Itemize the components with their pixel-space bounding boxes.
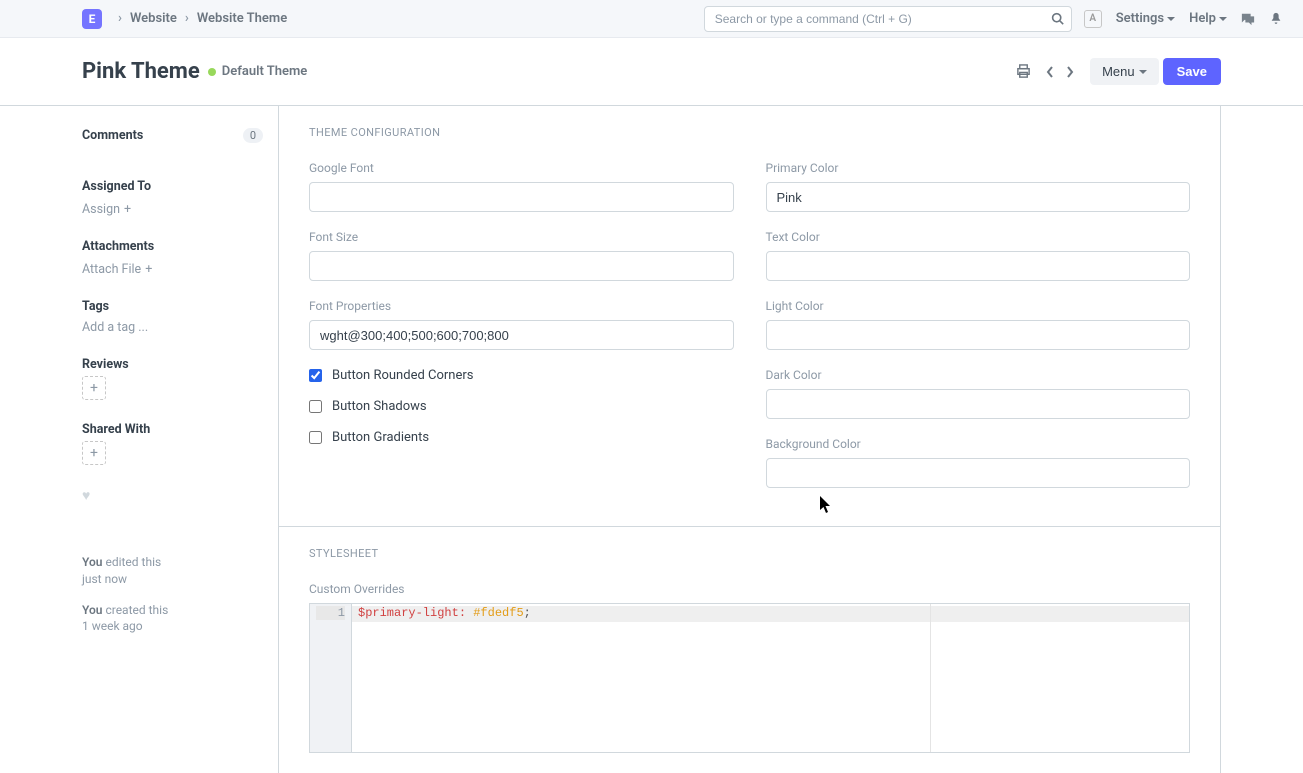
chevron-down-icon: [1139, 70, 1147, 74]
assign-label: Assign: [82, 202, 120, 217]
code-variable: $primary-light: [358, 606, 459, 620]
google-font-label: Google Font: [309, 161, 734, 175]
page-actions: Menu Save: [1011, 58, 1221, 85]
button-rounded-checkbox-row[interactable]: Button Rounded Corners: [309, 368, 734, 383]
light-color-input[interactable]: [766, 320, 1191, 350]
background-color-input[interactable]: [766, 458, 1191, 488]
code-semicolon: ;: [524, 606, 531, 620]
dark-color-input[interactable]: [766, 389, 1191, 419]
app-logo[interactable]: E: [82, 9, 102, 29]
primary-color-input[interactable]: [766, 182, 1191, 212]
code-colon: :: [459, 606, 466, 620]
button-gradients-checkbox-row[interactable]: Button Gradients: [309, 430, 734, 445]
add-tag-input[interactable]: Add a tag ...: [82, 320, 148, 335]
heart-icon[interactable]: ♥: [82, 487, 263, 504]
chat-icon[interactable]: [1241, 12, 1255, 26]
navbar: E › Website › Website Theme A Settings H…: [0, 0, 1303, 38]
plus-icon: +: [145, 262, 152, 277]
edit-meta-when: just now: [82, 572, 127, 586]
plus-icon: +: [124, 202, 131, 217]
line-number: 1: [316, 606, 345, 620]
form-area: THEME CONFIGURATION Google Font Font Siz…: [278, 106, 1221, 773]
create-meta-when: 1 week ago: [82, 619, 143, 633]
text-color-label: Text Color: [766, 230, 1191, 244]
button-gradients-checkbox[interactable]: [309, 431, 322, 444]
font-properties-input[interactable]: [309, 320, 734, 350]
comments-count: 0: [243, 128, 263, 143]
breadcrumb-link-website-theme[interactable]: Website Theme: [197, 11, 287, 26]
add-share-button[interactable]: +: [82, 441, 106, 465]
button-rounded-checkbox[interactable]: [309, 369, 322, 382]
button-shadows-checkbox[interactable]: [309, 400, 322, 413]
chevron-right-icon: ›: [185, 11, 189, 26]
search-input[interactable]: [704, 6, 1072, 32]
page-title: Pink Theme: [82, 59, 200, 84]
code-area[interactable]: $primary-light: #fdedf5;: [352, 604, 1189, 752]
edit-meta: You edited this just now: [82, 554, 263, 588]
add-review-button[interactable]: +: [82, 376, 106, 400]
font-properties-label: Font Properties: [309, 299, 734, 313]
font-size-label: Font Size: [309, 230, 734, 244]
attachments-heading: Attachments: [82, 239, 263, 254]
code-editor[interactable]: 1 $primary-light: #fdedf5;: [309, 603, 1190, 753]
help-label: Help: [1189, 11, 1216, 26]
create-meta-who: You: [82, 603, 102, 617]
menu-label: Menu: [1102, 64, 1135, 79]
edit-meta-who: You: [82, 555, 102, 569]
settings-label: Settings: [1116, 11, 1164, 26]
code-gutter: 1: [310, 604, 352, 752]
breadcrumb: › Website › Website Theme: [110, 11, 287, 26]
chevron-down-icon: [1167, 17, 1175, 21]
sidebar: Comments 0 Assigned To Assign + Attachme…: [82, 106, 278, 773]
chevron-right-icon: ›: [118, 11, 122, 26]
assigned-heading: Assigned To: [82, 179, 263, 194]
custom-overrides-label: Custom Overrides: [309, 582, 1190, 596]
button-rounded-label: Button Rounded Corners: [332, 368, 473, 383]
chevron-down-icon: [1219, 17, 1227, 21]
menu-button[interactable]: Menu: [1090, 58, 1159, 85]
next-icon[interactable]: [1060, 59, 1080, 85]
attach-label: Attach File: [82, 262, 141, 277]
dark-color-label: Dark Color: [766, 368, 1191, 382]
print-icon[interactable]: [1011, 58, 1036, 85]
edit-meta-text: edited this: [102, 555, 161, 569]
tags-heading: Tags: [82, 299, 263, 314]
light-color-label: Light Color: [766, 299, 1191, 313]
create-meta-text: created this: [102, 603, 168, 617]
search-wrap: [704, 6, 1072, 32]
background-color-label: Background Color: [766, 437, 1191, 451]
status-dot-icon: [208, 68, 216, 76]
prev-icon[interactable]: [1040, 59, 1060, 85]
section-theme-config: THEME CONFIGURATION: [309, 126, 1190, 139]
primary-color-label: Primary Color: [766, 161, 1191, 175]
font-size-input[interactable]: [309, 251, 734, 281]
breadcrumb-link-website[interactable]: Website: [130, 11, 177, 26]
attach-file-link[interactable]: Attach File +: [82, 262, 152, 277]
shared-heading: Shared With: [82, 422, 263, 437]
section-stylesheet: STYLESHEET: [309, 547, 1190, 560]
text-color-input[interactable]: [766, 251, 1191, 281]
assign-link[interactable]: Assign +: [82, 202, 131, 217]
search-icon[interactable]: [1051, 12, 1064, 25]
save-button[interactable]: Save: [1163, 58, 1221, 85]
button-shadows-label: Button Shadows: [332, 399, 427, 414]
code-value: #fdedf5: [473, 606, 523, 620]
create-meta: You created this 1 week ago: [82, 602, 263, 636]
button-shadows-checkbox-row[interactable]: Button Shadows: [309, 399, 734, 414]
status-label: Default Theme: [222, 64, 308, 79]
avatar[interactable]: A: [1084, 10, 1102, 28]
settings-link[interactable]: Settings: [1116, 11, 1175, 26]
help-link[interactable]: Help: [1189, 11, 1227, 26]
reviews-heading: Reviews: [82, 357, 263, 372]
button-gradients-label: Button Gradients: [332, 430, 429, 445]
comments-heading[interactable]: Comments: [82, 128, 143, 143]
page-header: Pink Theme Default Theme Menu Save: [0, 38, 1303, 106]
nav-right: A Settings Help: [1084, 10, 1283, 28]
bell-icon[interactable]: [1269, 12, 1283, 26]
google-font-input[interactable]: [309, 182, 734, 212]
code-ruler: [930, 604, 931, 752]
